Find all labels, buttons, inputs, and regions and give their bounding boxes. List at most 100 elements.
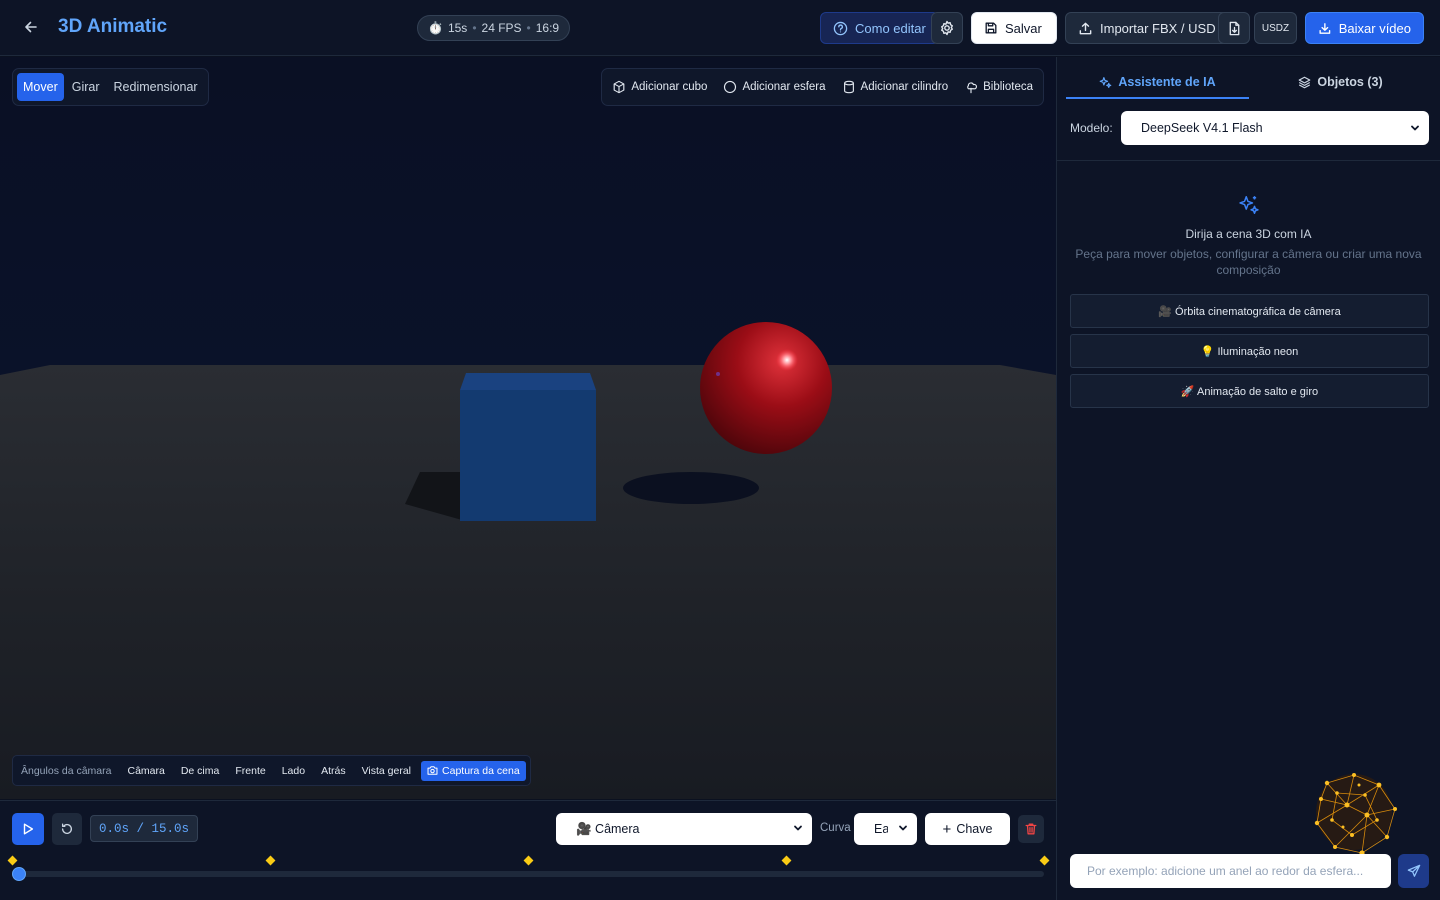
add-object-toolbar: Adicionar cubo Adicionar esfera Adiciona…: [601, 68, 1044, 106]
send-button[interactable]: [1398, 854, 1429, 888]
import-button[interactable]: Importar FBX / USD: [1065, 12, 1229, 44]
camera-angle-back[interactable]: Atrás: [315, 761, 352, 781]
play-icon: [23, 823, 34, 835]
add-cube-button[interactable]: Adicionar cubo: [612, 80, 707, 94]
file-download-icon: [1229, 21, 1239, 35]
library-label: Biblioteca: [983, 81, 1033, 93]
camera-angle-camera[interactable]: Câmara: [121, 761, 170, 781]
delete-keyframe-button[interactable]: [1018, 815, 1044, 843]
fps-text: 24 FPS: [481, 21, 522, 35]
cylinder-icon: [843, 80, 854, 94]
camera-icon: [427, 766, 438, 775]
camera-angles-label: Ângulos da câmara: [21, 764, 112, 777]
chevron-down-icon: [794, 825, 802, 831]
resize-tool-button[interactable]: Redimensionar: [108, 73, 204, 101]
library-button[interactable]: Biblioteca: [964, 80, 1033, 94]
help-button-label: Como editar: [855, 20, 926, 36]
help-circle-icon: [833, 21, 848, 35]
arrow-left-icon: [25, 21, 37, 33]
model-select-value: DeepSeek V4.1 Flash: [1141, 121, 1263, 135]
top-bar: 3D Animatic ⏱️ 15s • 24 FPS • 16:9 Como …: [0, 0, 1440, 56]
duration-text: 15s: [447, 21, 468, 35]
add-cube-label: Adicionar cubo: [631, 81, 708, 93]
keyframe-marker[interactable]: [1039, 855, 1050, 866]
rotate-ccw-icon: [61, 823, 73, 834]
keyframe-marker[interactable]: [7, 855, 18, 866]
curve-label: Curva: [820, 822, 851, 834]
animation-target-select[interactable]: 🎥 Câmera: [556, 813, 812, 845]
sidebar-divider: [1057, 160, 1440, 161]
timeline-track[interactable]: [12, 871, 1044, 877]
keyframe-marker[interactable]: [781, 855, 792, 866]
rotate-tool-button[interactable]: Girar: [66, 73, 106, 101]
trash-icon: [1025, 823, 1037, 835]
add-cylinder-button[interactable]: Adicionar cilindro: [842, 80, 948, 94]
camera-angle-top[interactable]: De cima: [175, 761, 226, 781]
cube-icon: [613, 80, 625, 94]
add-sphere-label: Adicionar esfera: [742, 81, 826, 93]
reset-button[interactable]: [52, 813, 82, 845]
scene-viewport[interactable]: Mover Girar Redimensionar Adicionar cubo…: [0, 57, 1056, 799]
tab-ai-assistant[interactable]: Assistente de IA: [1066, 67, 1249, 99]
transform-toolbar: Mover Girar Redimensionar: [12, 68, 209, 106]
assistant-orb-icon[interactable]: [1307, 765, 1402, 860]
sparkles-icon: [1100, 76, 1112, 88]
tab-objects-label: Objetos (3): [1317, 75, 1383, 89]
send-icon: [1407, 864, 1420, 877]
aspect-text: 16:9: [535, 21, 560, 35]
upload-icon: [1079, 22, 1092, 34]
import-button-label: Importar FBX / USD: [1100, 20, 1216, 36]
chat-input[interactable]: Por exemplo: adicione um anel ao redor d…: [1070, 854, 1391, 888]
curve-select[interactable]: Ease: [854, 813, 917, 845]
add-keyframe-label: Chave: [956, 822, 993, 836]
suggestion-camera-orbit[interactable]: 🎥 Órbita cinematográfica de câmera: [1070, 294, 1429, 328]
curve-value: Ease: [874, 822, 888, 836]
separator-dot: •: [472, 21, 477, 35]
camera-angle-overview[interactable]: Vista geral: [356, 761, 417, 781]
red-sphere: [700, 322, 832, 454]
scene-capture-label: Captura da cena: [442, 764, 520, 777]
empty-state-title: Dirija a cena 3D com IA: [1185, 227, 1312, 241]
sphere-highlight: [776, 349, 798, 371]
model-select[interactable]: DeepSeek V4.1 Flash: [1121, 111, 1429, 145]
stopwatch-icon: ⏱️: [428, 21, 443, 35]
usdz-export-button[interactable]: USDZ: [1254, 12, 1297, 44]
download-video-label: Baixar vídeo: [1338, 20, 1411, 36]
save-button[interactable]: Salvar: [971, 12, 1057, 44]
cube-top-face: [460, 373, 596, 390]
add-keyframe-button[interactable]: + Chave: [925, 813, 1010, 845]
suggestion-jump-spin[interactable]: 🚀 Animação de salto e giro: [1070, 374, 1429, 408]
empty-state-description: Peça para mover objetos, configurar a câ…: [1075, 247, 1422, 277]
back-button[interactable]: [18, 14, 44, 40]
keyframe-marker[interactable]: [265, 855, 276, 866]
sphere-reflection: [716, 372, 720, 376]
cube-front-face: [460, 390, 596, 521]
download-icon: [1319, 22, 1331, 34]
camera-angle-side[interactable]: Lado: [276, 761, 311, 781]
suggestion-neon-lighting[interactable]: 💡 Iluminação neon: [1070, 334, 1429, 368]
camera-angle-front[interactable]: Frente: [229, 761, 271, 781]
play-button[interactable]: [12, 813, 44, 845]
save-icon: [985, 22, 997, 34]
export-file-button[interactable]: [1218, 12, 1250, 44]
scene-capture-button[interactable]: Captura da cena: [421, 760, 526, 781]
time-readout: 0.0s / 15.0s: [90, 815, 198, 842]
keyframe-marker[interactable]: [523, 855, 534, 866]
camera-angles-bar: Ângulos da câmara Câmara De cima Frente …: [12, 755, 531, 786]
playhead-scrubber[interactable]: [12, 867, 26, 881]
sidebar-tabs: Assistente de IA Objetos (3): [1066, 67, 1432, 99]
chevron-down-icon: [899, 825, 907, 831]
right-sidebar: Assistente de IA Objetos (3) Modelo: Dee…: [1056, 57, 1440, 900]
plus-icon: +: [942, 820, 952, 838]
settings-button[interactable]: [931, 12, 963, 44]
model-label: Modelo:: [1070, 121, 1113, 135]
add-sphere-button[interactable]: Adicionar esfera: [723, 80, 826, 94]
tab-objects[interactable]: Objetos (3): [1249, 67, 1432, 99]
scene-render[interactable]: [0, 57, 1056, 799]
move-tool-button[interactable]: Mover: [17, 73, 64, 101]
download-video-button[interactable]: Baixar vídeo: [1305, 12, 1424, 44]
project-meta-pill: ⏱️ 15s • 24 FPS • 16:9: [417, 15, 571, 41]
help-button[interactable]: Como editar: [820, 12, 939, 44]
tab-ai-assistant-label: Assistente de IA: [1118, 75, 1216, 89]
save-button-label: Salvar: [1005, 20, 1042, 36]
